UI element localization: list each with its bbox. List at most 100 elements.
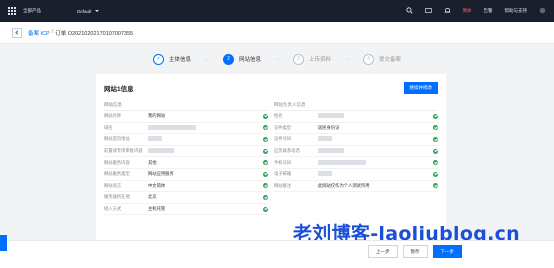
info-row-value: 居民身份证: [318, 124, 340, 130]
info-row: 网站语言 中文简体: [104, 181, 268, 193]
section-title-principal: 网站负责人信息: [274, 102, 438, 111]
info-row-value: [148, 136, 263, 142]
info-row-key: 证件类型: [274, 124, 292, 130]
redacted-value: [148, 136, 162, 142]
help-support-link[interactable]: 帮助与支持: [505, 8, 528, 14]
edit-button[interactable]: 继续并修改: [403, 82, 438, 94]
step-4-label: 提交备案: [379, 57, 402, 63]
info-row: 电子邮箱: [274, 169, 438, 181]
region-label: Default: [77, 8, 92, 14]
step-3-number: 3: [293, 53, 304, 65]
arrow-right-icon: →: [203, 56, 210, 62]
check-circle-icon: [263, 206, 268, 212]
check-circle-icon: [263, 171, 268, 177]
progress-steps: ✓ 主体信息 → 2 网站信息 → 3 上传资料 → 4 提交备案: [0, 50, 554, 68]
check-circle-icon: [263, 125, 268, 131]
breadcrumb-current: 订单 O20210202170107007355: [55, 30, 134, 37]
info-row-value: 中文简体: [148, 182, 166, 188]
step-4-number: 4: [363, 53, 375, 65]
info-row-key: 电子邮箱: [274, 171, 292, 177]
check-circle-icon: [433, 183, 438, 189]
check-circle-icon: [433, 136, 438, 142]
info-row-value: [148, 148, 263, 154]
info-row: 服务器所在地 北京: [104, 192, 268, 204]
info-row-value: [318, 159, 433, 166]
info-row-key: 网站语言: [104, 182, 122, 188]
info-row-value: 此网站仅作为个人测试所用: [318, 182, 370, 188]
info-row-value: [318, 171, 433, 177]
bell-icon[interactable]: [444, 7, 451, 16]
check-circle-icon: [263, 136, 268, 142]
all-products-link[interactable]: 全部产品: [23, 8, 41, 14]
info-row: 网站首页地址: [104, 134, 268, 146]
check-circle-icon: [263, 148, 268, 154]
info-row-key: 接入方式: [104, 206, 122, 212]
save-draft-button[interactable]: 暂存: [402, 245, 428, 258]
step-3: 3 上传资料: [293, 53, 332, 65]
chevron-down-icon: [95, 10, 100, 12]
info-row: 网站备注 此网站仅作为个人测试所用: [274, 181, 438, 193]
redacted-value: [148, 148, 174, 154]
info-row: 接入方式 主机托管: [104, 204, 268, 216]
card-title: 网站1信息: [104, 86, 134, 93]
step-1-check-icon: ✓: [152, 53, 164, 65]
redacted-value: [318, 171, 332, 177]
grid-menu-icon[interactable]: [8, 6, 17, 16]
info-row-key: 域名: [104, 124, 113, 130]
info-row: 域名: [104, 123, 268, 135]
info-row-key: 应急联系电话: [274, 148, 300, 154]
info-row-value: 北京: [148, 194, 157, 200]
info-row: 网站名称 我的网站: [104, 111, 268, 123]
search-icon[interactable]: [405, 6, 413, 16]
check-circle-icon: [263, 183, 268, 189]
check-circle-icon: [433, 148, 438, 154]
check-circle-icon: [263, 160, 268, 166]
info-row: 手机号码: [274, 157, 438, 169]
step-2: 2 网站信息: [222, 53, 261, 65]
breadcrumb-root-link[interactable]: 备案 ICP: [28, 29, 50, 37]
chevron-left-icon: [15, 30, 20, 35]
info-row-key: 姓名: [274, 113, 283, 119]
feedback-side-tab[interactable]: [0, 235, 7, 251]
info-row-value: [148, 124, 263, 131]
user-avatar-icon[interactable]: [539, 7, 546, 16]
redacted-value: [318, 159, 366, 165]
info-row: 证件号码: [274, 134, 438, 146]
arrow-right-icon: →: [344, 56, 351, 62]
check-circle-icon: [433, 125, 438, 131]
back-button[interactable]: [12, 27, 22, 38]
footer-bar: [0, 240, 554, 268]
redacted-value: [318, 136, 332, 142]
info-row-value: [318, 148, 433, 154]
website-info-column: 网站信息 网站名称 我的网站 域名 网站首页地址 前置或专项审批内容 网站服务内容 其他 网站…: [104, 102, 268, 216]
info-row: 前置或专项审批内容: [104, 146, 268, 158]
info-row: 应急联系电话: [274, 146, 438, 158]
check-circle-icon: [263, 194, 268, 200]
redacted-value: [318, 148, 344, 154]
info-row-key: 前置或专项审批内容: [104, 148, 143, 154]
alarm-link[interactable]: 告警: [484, 8, 493, 14]
info-row-key: 网站服务内容: [104, 159, 130, 165]
step-2-label: 网站信息: [238, 57, 261, 63]
language-toggle[interactable]: 简体: [463, 8, 472, 14]
region-selector[interactable]: Default: [77, 8, 100, 14]
step-2-number: 2: [222, 53, 234, 65]
breadcrumb-separator: /: [51, 28, 54, 35]
info-row-key: 网站名称: [104, 113, 122, 119]
check-circle-icon: [433, 113, 438, 119]
footer-actions: 上一步 暂存 下一步: [368, 245, 462, 258]
breadcrumb-bar: 备案 ICP / 订单 O20210202170107007355: [0, 22, 554, 44]
info-row-value: 网站应用服务: [148, 171, 174, 177]
info-row-value: 其他: [148, 159, 157, 165]
prev-step-button[interactable]: 上一步: [368, 245, 398, 258]
info-row-key: 手机号码: [274, 159, 292, 165]
top-navigation-bar: 全部产品 Default 简体 告警 帮助与支持: [0, 0, 554, 22]
step-3-label: 上传资料: [309, 57, 332, 63]
step-1: ✓ 主体信息: [152, 53, 191, 65]
step-1-label: 主体信息: [168, 57, 191, 63]
next-step-button[interactable]: 下一步: [432, 245, 462, 258]
info-row: 网站服务内容 其他: [104, 157, 268, 169]
check-circle-icon: [263, 113, 268, 119]
message-icon[interactable]: [424, 7, 432, 16]
check-circle-icon: [433, 171, 438, 177]
